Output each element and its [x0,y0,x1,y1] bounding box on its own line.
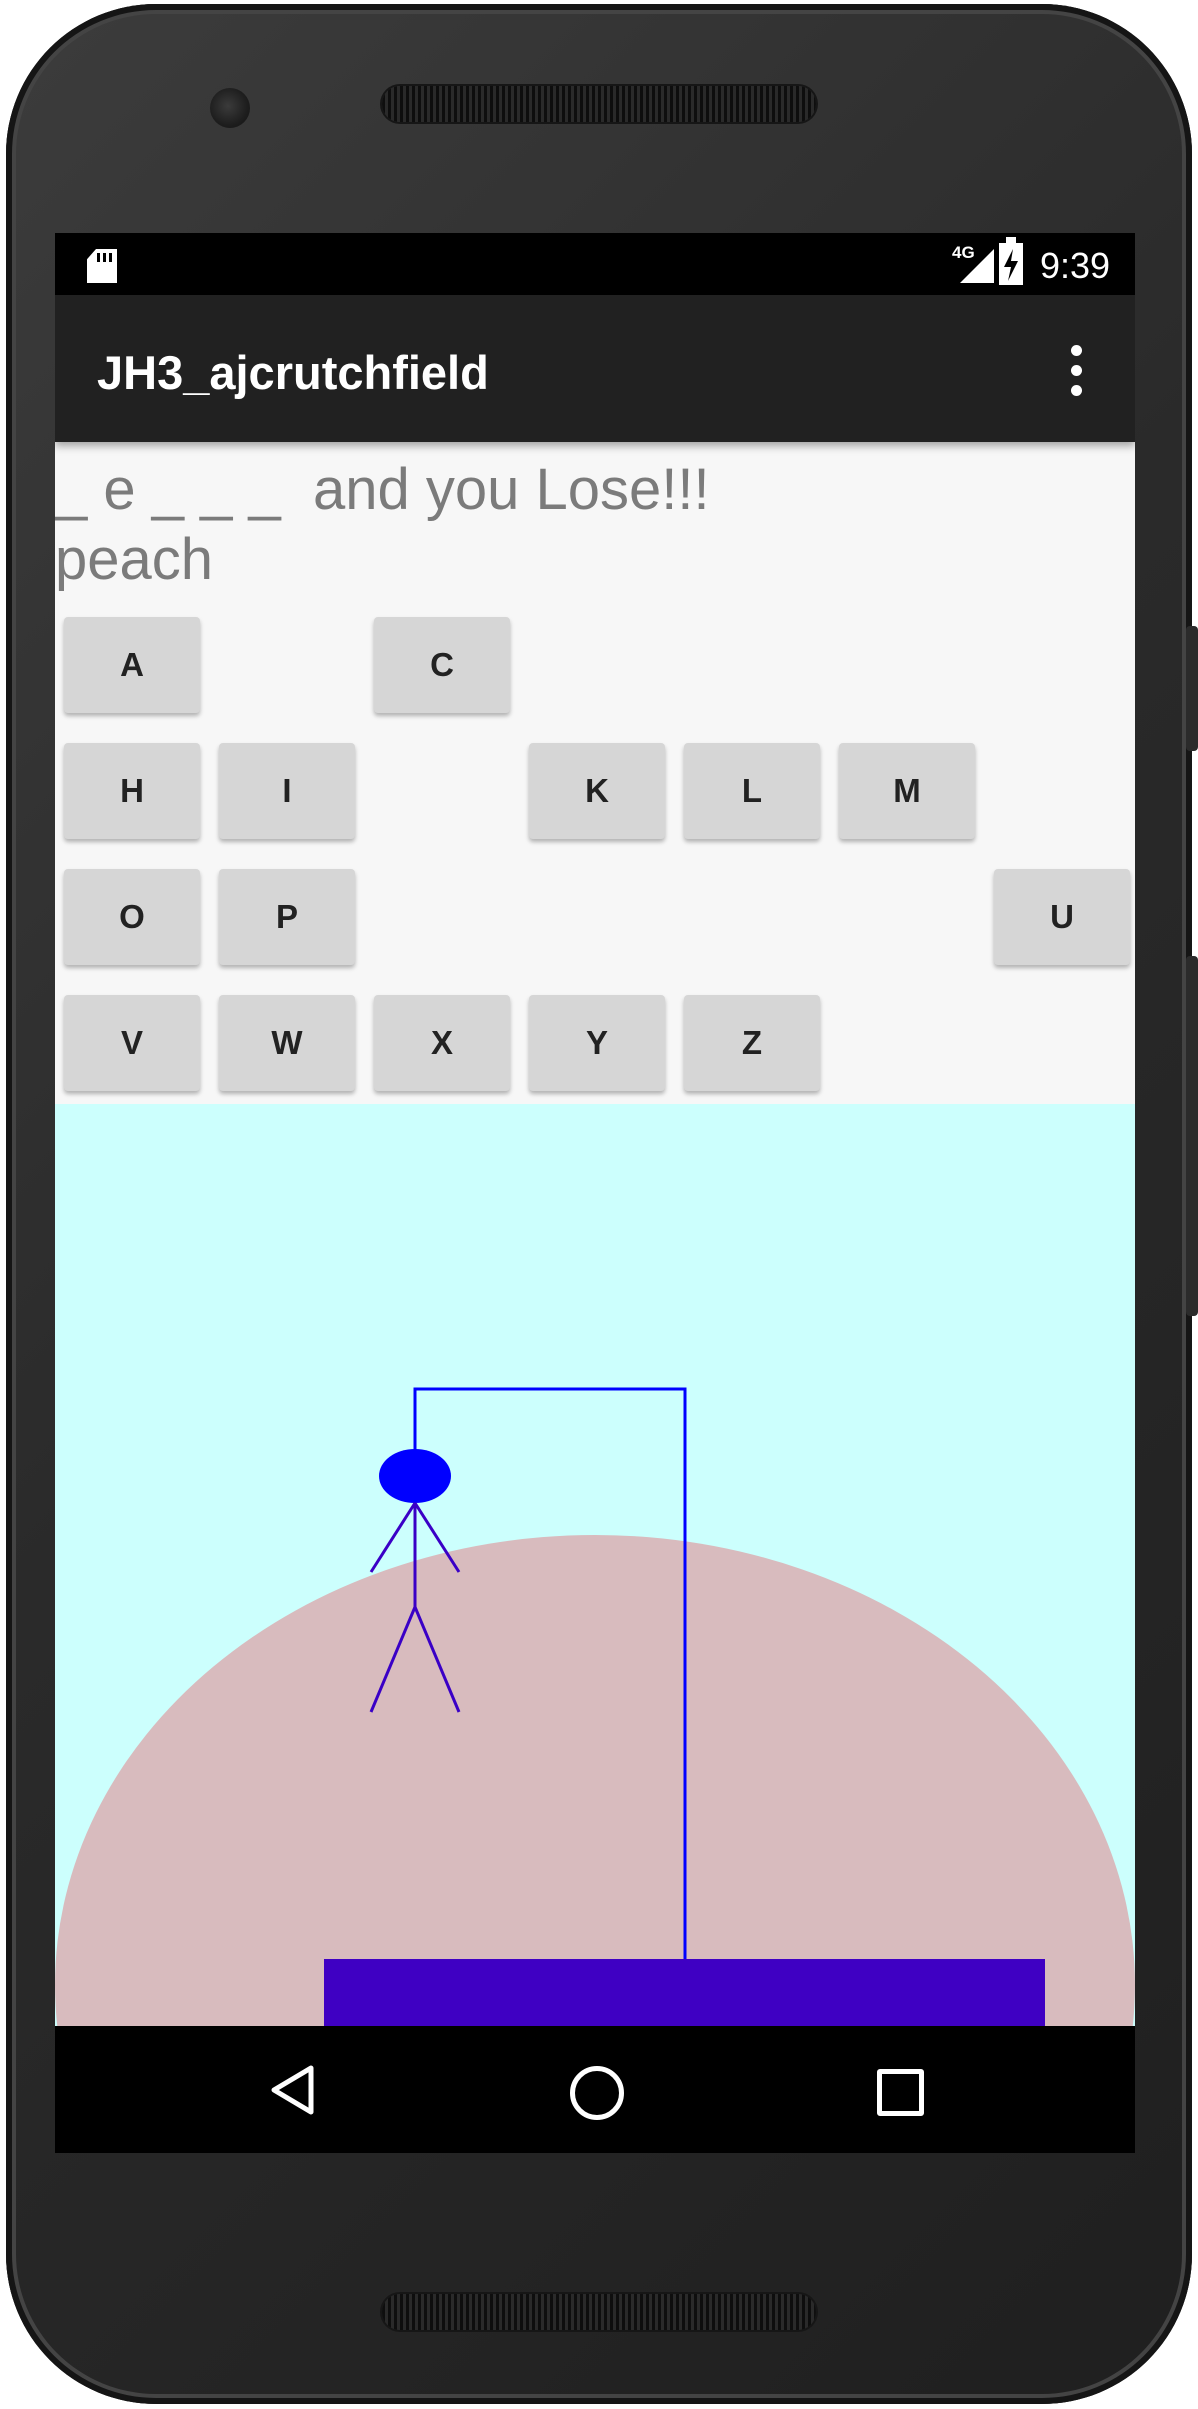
gallows-platform [324,1959,1045,2030]
status-time: 9:39 [1040,245,1111,286]
letter-key-u[interactable]: U [994,869,1130,965]
hangman-drawing-area [55,1104,1135,2030]
hangman-right-leg [413,1606,461,1713]
letter-key-x[interactable]: X [374,995,510,1091]
app-bar: JH3_ajcrutchfield [55,295,1135,442]
bottom-speaker-grille [382,2294,816,2330]
network-type-label: 4G [952,243,975,262]
game-status-text: _ e _ _ _ and you Lose!!! [55,457,710,522]
hangman-head [379,1449,451,1503]
sd-card-icon [87,249,117,283]
battery-charging-icon [999,237,1023,285]
gallows [413,1387,687,1964]
back-triangle-icon[interactable] [269,2064,315,2116]
top-speaker-grille [382,86,816,122]
letter-key-k[interactable]: K [529,743,665,839]
letter-key-o[interactable]: O [64,869,200,965]
navigation-bar [55,2026,1135,2153]
letter-key-y[interactable]: Y [529,995,665,1091]
recents-square-icon[interactable] [877,2069,924,2116]
front-camera [210,88,250,128]
letter-key-w[interactable]: W [219,995,355,1091]
letter-key-z[interactable]: Z [684,995,820,1091]
volume-button [1186,626,1198,751]
app-title: JH3_ajcrutchfield [97,346,489,399]
hangman-left-arm [369,1502,417,1573]
hangman-left-leg [369,1606,417,1713]
letter-key-i[interactable]: I [219,743,355,839]
letter-key-h[interactable]: H [64,743,200,839]
more-vert-icon[interactable] [1061,345,1091,401]
device-screen: 4G 9:39 JH3_ajcrutchfield _ e _ _ _ and … [55,233,1135,2153]
letter-key-v[interactable]: V [64,995,200,1091]
hangman-right-arm [413,1502,461,1573]
letter-key-c[interactable]: C [374,617,510,713]
answer-word: peach [55,527,214,592]
letter-key-l[interactable]: L [684,743,820,839]
letter-key-m[interactable]: M [839,743,975,839]
home-circle-icon[interactable] [570,2066,624,2120]
hangman-figure [324,1387,1045,2030]
letter-key-p[interactable]: P [219,869,355,965]
power-button [1186,956,1198,1316]
status-bar: 4G 9:39 [55,233,1135,295]
letter-key-a[interactable]: A [64,617,200,713]
